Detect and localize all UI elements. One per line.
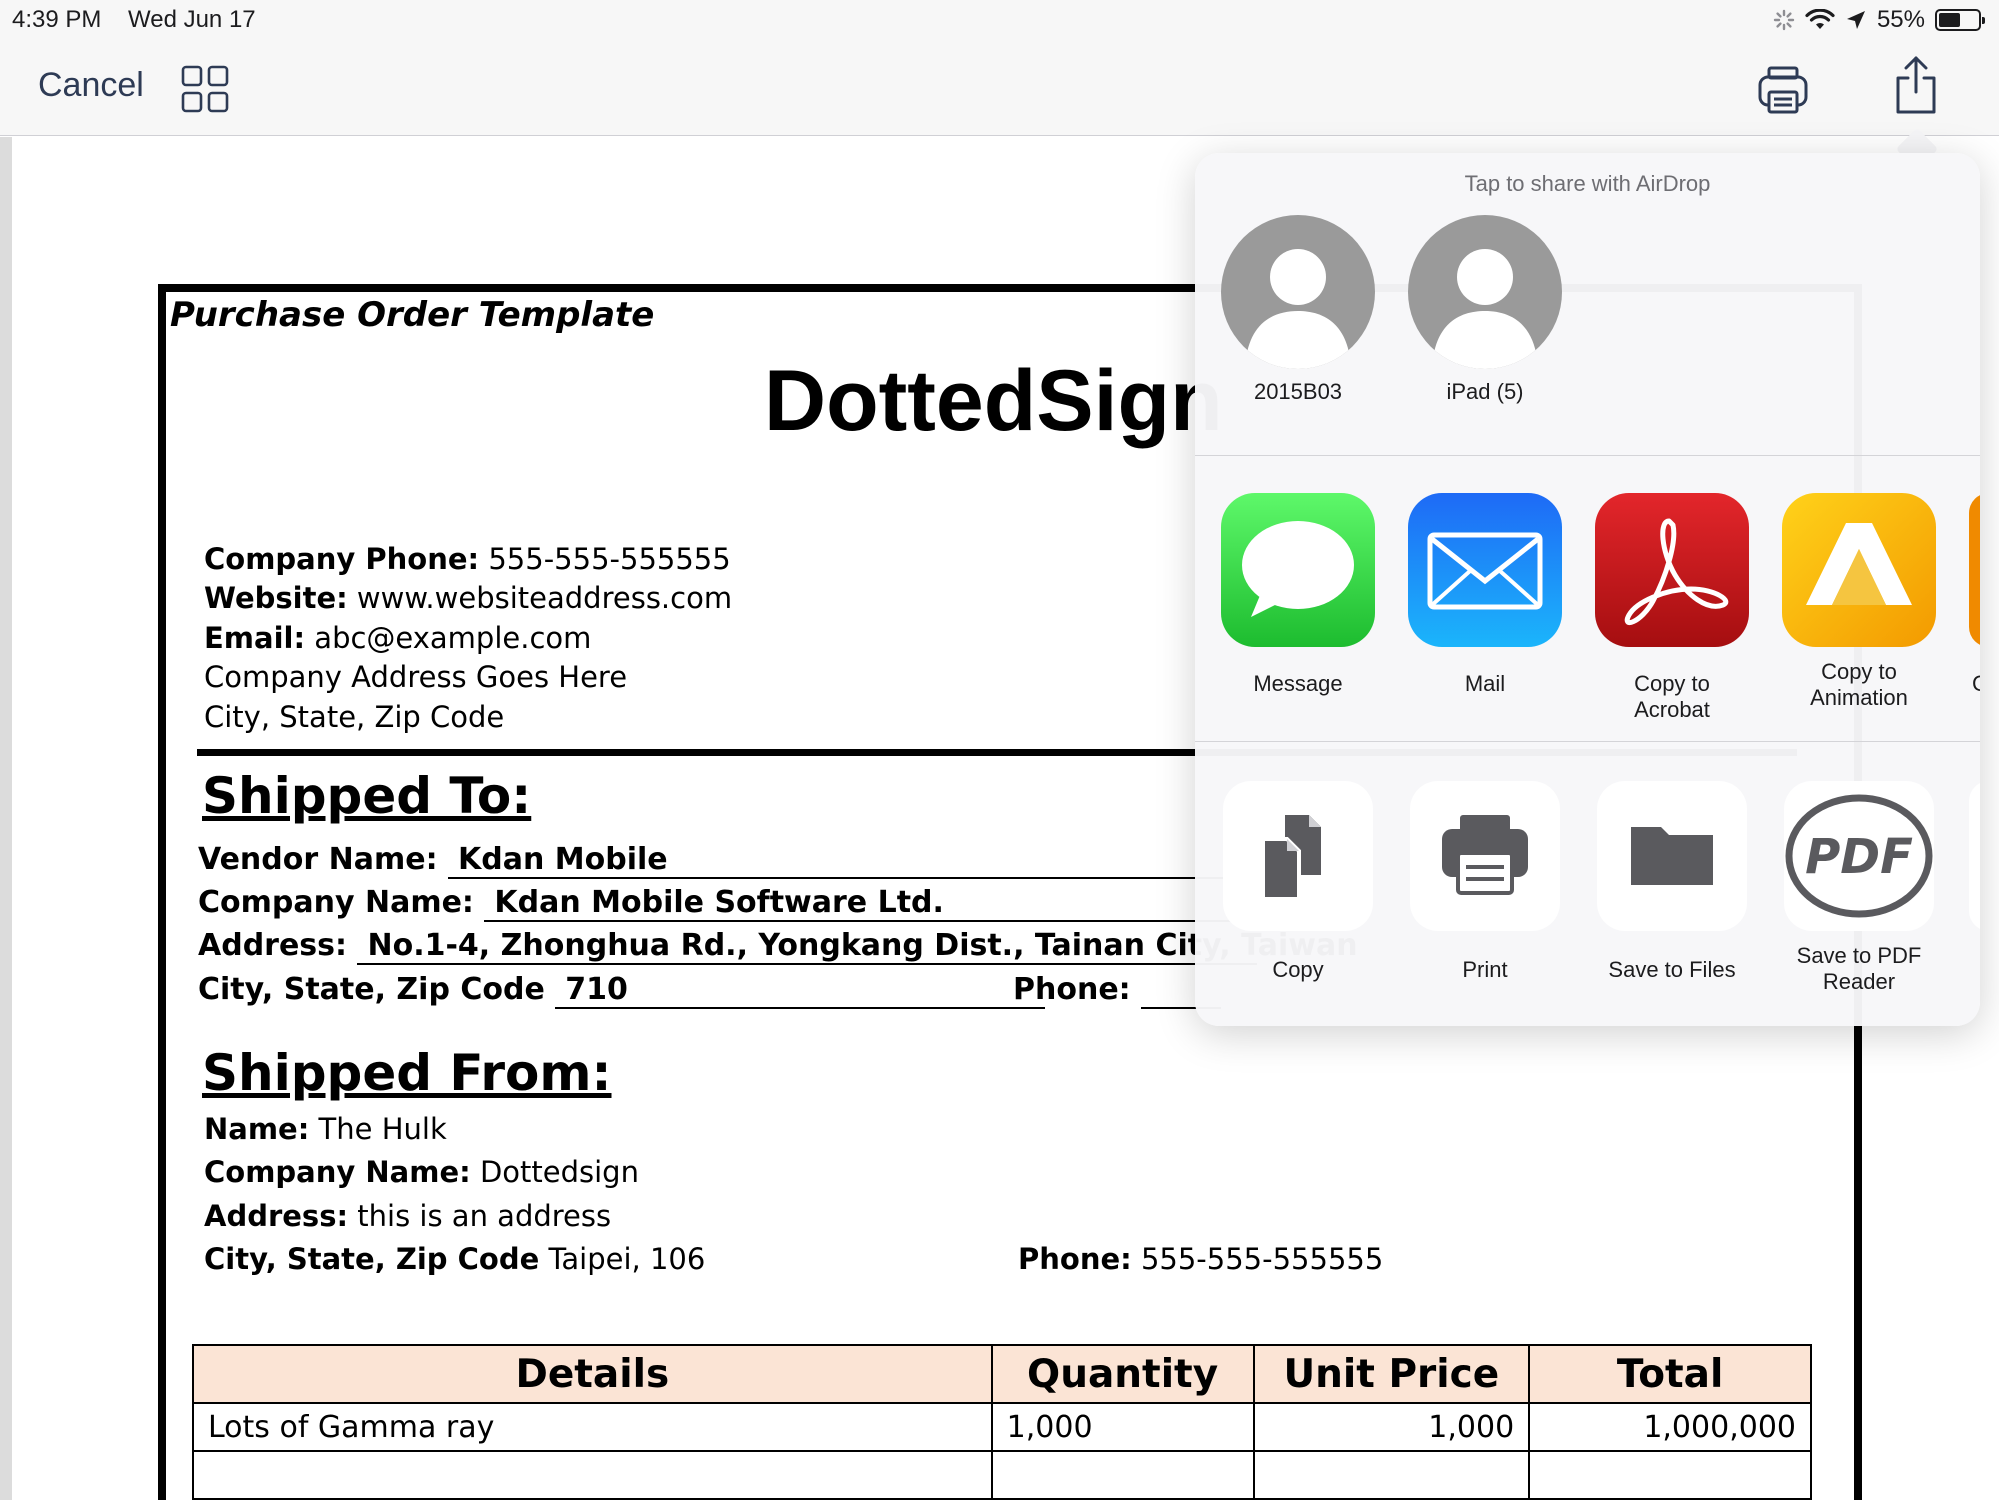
- from-phone: Phone: 555-555-555555: [1018, 1242, 1384, 1276]
- battery-fill: [1939, 13, 1960, 27]
- acrobat-icon: [1595, 493, 1749, 647]
- column-header: Total: [1528, 1344, 1812, 1404]
- from-company: Company Name: Dottedsign: [204, 1155, 639, 1189]
- from-city: City, State, Zip Code Taipei, 106: [204, 1242, 706, 1276]
- order-table: Details Quantity Unit Price Total Lots o…: [192, 1344, 1812, 1500]
- battery-icon: [1935, 9, 1985, 31]
- table-cell: 1,000: [1252, 1402, 1531, 1452]
- document-heading: Purchase Order Template: [170, 295, 655, 335]
- company-name-value: Kdan Mobile Software Ltd.: [484, 885, 1245, 922]
- battery-percent: 55%: [1876, 6, 1925, 33]
- from-name: Name: The Hulk: [204, 1112, 447, 1146]
- status-indicators: 55%: [1773, 6, 1985, 34]
- table-cell: [192, 1450, 993, 1500]
- more-app-icon[interactable]: [1969, 493, 1980, 647]
- toolbar: Cancel: [0, 40, 1999, 136]
- from-address: Address: this is an address: [204, 1199, 612, 1233]
- page-gutter: [0, 137, 12, 1500]
- status-bar: 4:39 PM Wed Jun 17 55%: [0, 0, 1999, 40]
- action-save-to-files[interactable]: Save to Files: [1597, 781, 1747, 983]
- company-website: Website: www.websiteaddress.com: [204, 581, 733, 615]
- grid-icon[interactable]: [180, 64, 230, 114]
- print-icon[interactable]: [1755, 62, 1811, 118]
- company-email: Email: abc@example.com: [204, 621, 592, 655]
- print-icon: [1410, 781, 1560, 931]
- table-cell: 1,000,000: [1528, 1402, 1812, 1452]
- company-name-row: Company Name: Kdan Mobile Software Ltd.: [198, 885, 1245, 922]
- action-label: Print: [1462, 957, 1508, 982]
- person-icon: [1432, 249, 1538, 369]
- share-sheet: Tap to share with AirDrop 2015B03 iPad (…: [1195, 153, 1980, 1026]
- contact-name: iPad (5): [1446, 379, 1524, 404]
- column-header: Details: [192, 1344, 993, 1404]
- messages-icon: [1221, 493, 1375, 647]
- more-action-tile[interactable]: [1969, 781, 1980, 931]
- app-mail[interactable]: Mail: [1408, 493, 1562, 697]
- action-label: Copy: [1272, 957, 1324, 982]
- column-header: Quantity: [990, 1344, 1255, 1404]
- shipped-to-phone-row: Phone:: [1013, 972, 1222, 1009]
- app-acrobat[interactable]: Copy to Acrobat: [1595, 493, 1749, 723]
- table-row: Lots of Gamma ray 1,000 1,000 1,000,000: [192, 1402, 1812, 1452]
- wifi-icon: [1805, 9, 1835, 29]
- separator: [1195, 741, 1980, 742]
- city-row: City, State, Zip Code 710: [198, 972, 1046, 1009]
- shipped-from-title: Shipped From:: [202, 1044, 612, 1102]
- company-phone: Company Phone: 555-555-555555: [204, 542, 731, 576]
- airdrop-contact[interactable]: iPad (5): [1408, 215, 1562, 405]
- animation-icon: [1782, 493, 1936, 647]
- contact-name: 2015B03: [1253, 379, 1343, 404]
- person-icon: [1245, 249, 1351, 369]
- action-save-to-pdf-reader[interactable]: PDF Save to PDF Reader: [1784, 781, 1934, 995]
- cancel-button[interactable]: Cancel: [38, 66, 144, 105]
- location-icon: [1846, 11, 1865, 29]
- table-cell: [990, 1450, 1255, 1500]
- company-address: Company Address Goes Here: [204, 660, 628, 694]
- table-cell: 1,000: [990, 1402, 1255, 1452]
- airdrop-title: Tap to share with AirDrop: [1464, 171, 1711, 196]
- app-label: Copy to Acrobat: [1634, 671, 1710, 722]
- vendor-name-row: Vendor Name: Kdan Mobile: [198, 842, 1229, 879]
- address-value: No.1-4, Zhonghua Rd., Yongkang Dist., Ta…: [357, 928, 1358, 965]
- action-label: Save to Files: [1608, 957, 1736, 982]
- share-icon[interactable]: [1893, 54, 1939, 116]
- airdrop-contact[interactable]: 2015B03: [1221, 215, 1375, 405]
- folder-icon: [1597, 781, 1747, 931]
- company-city: City, State, Zip Code: [204, 700, 505, 734]
- avatar: [1408, 215, 1562, 369]
- status-date: Wed Jun 17: [128, 6, 256, 33]
- action-label: Save to PDF Reader: [1796, 943, 1922, 994]
- shipped-to-title: Shipped To:: [202, 767, 532, 825]
- table-row: [192, 1450, 1812, 1500]
- activity-icon: [1773, 9, 1795, 31]
- avatar: [1221, 215, 1375, 369]
- copy-icon: [1223, 781, 1373, 931]
- table-cell: [1528, 1450, 1812, 1500]
- app-label: Message: [1253, 671, 1343, 696]
- mail-icon: [1408, 493, 1562, 647]
- brand-title: DottedSign: [764, 353, 1223, 449]
- action-print[interactable]: Print: [1410, 781, 1560, 983]
- svg-text:PDF: PDF: [1805, 829, 1913, 885]
- column-header: Unit Price: [1252, 1344, 1531, 1404]
- city-value: 710: [555, 972, 1046, 1009]
- app-message[interactable]: Message: [1221, 493, 1375, 697]
- action-copy[interactable]: Copy: [1223, 781, 1373, 983]
- more-app-label: C: [1972, 671, 1980, 696]
- pdf-icon: PDF: [1784, 781, 1934, 931]
- address-row: Address: No.1-4, Zhonghua Rd., Yongkang …: [198, 928, 1358, 965]
- app-label: Mail: [1464, 671, 1506, 696]
- table-cell: Lots of Gamma ray: [192, 1402, 993, 1452]
- separator: [1195, 455, 1980, 456]
- app-animation[interactable]: Copy to Animation: [1782, 493, 1936, 711]
- table-cell: [1252, 1450, 1531, 1500]
- vendor-name-value: Kdan Mobile: [448, 842, 1229, 879]
- app-label: Copy to Animation: [1810, 659, 1908, 710]
- table-header-row: Details Quantity Unit Price Total: [192, 1344, 1812, 1404]
- status-time: 4:39 PM: [12, 6, 102, 33]
